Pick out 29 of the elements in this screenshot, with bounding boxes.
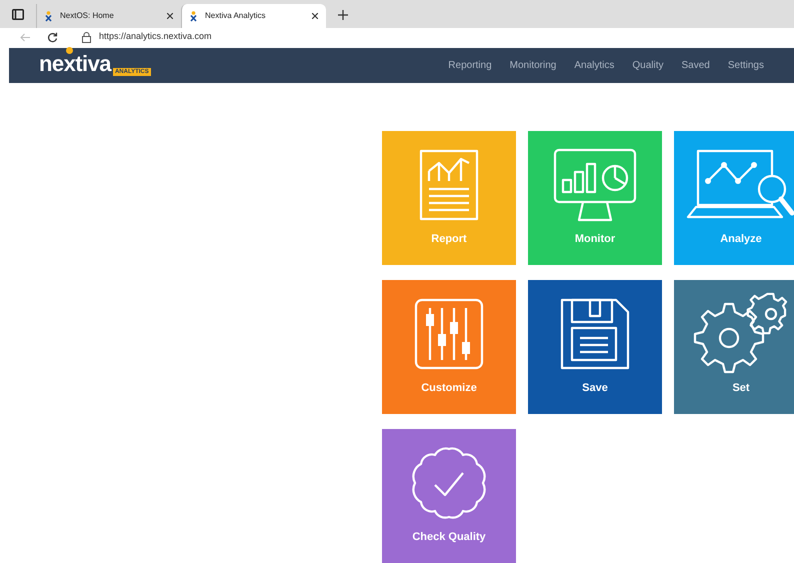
feature-tile[interactable]: Save [528,280,662,414]
laptop-magnifier-icon [686,149,794,221]
nav-link[interactable]: Quality [632,58,664,73]
close-icon[interactable] [167,13,173,19]
monitor-chart-icon [553,148,637,222]
nav-link[interactable]: Reporting [448,58,492,73]
feature-tile[interactable]: Check Quality [382,429,516,563]
nav-link[interactable]: Saved [682,58,710,73]
tab-title: NextOS: Home [60,10,115,22]
document-chart-icon [419,149,479,221]
favicon-icon [190,10,197,22]
refresh-icon[interactable] [47,32,58,42]
close-icon[interactable] [312,13,318,19]
favicon-icon [45,10,52,22]
logo-text: nextiva [39,50,111,76]
lock-icon [82,32,91,42]
nav-link[interactable]: Monitoring [510,58,556,73]
logo-dot-icon [66,46,73,54]
nav-link[interactable]: Analytics [574,58,614,73]
feature-tile[interactable]: Analyze [674,131,794,265]
tab-overview-icon[interactable] [12,9,24,20]
feature-tile[interactable]: Set [674,280,794,414]
browser-tab[interactable]: Nextiva Analytics [181,4,326,28]
address-bar[interactable]: https://analytics.nextiva.com [99,30,212,44]
new-tab-icon[interactable] [338,10,348,20]
sliders-icon [414,298,484,370]
tab-title: Nextiva Analytics [205,10,266,22]
feature-tile[interactable]: Customize [382,280,516,414]
nav-link[interactable]: Settings [728,58,764,73]
